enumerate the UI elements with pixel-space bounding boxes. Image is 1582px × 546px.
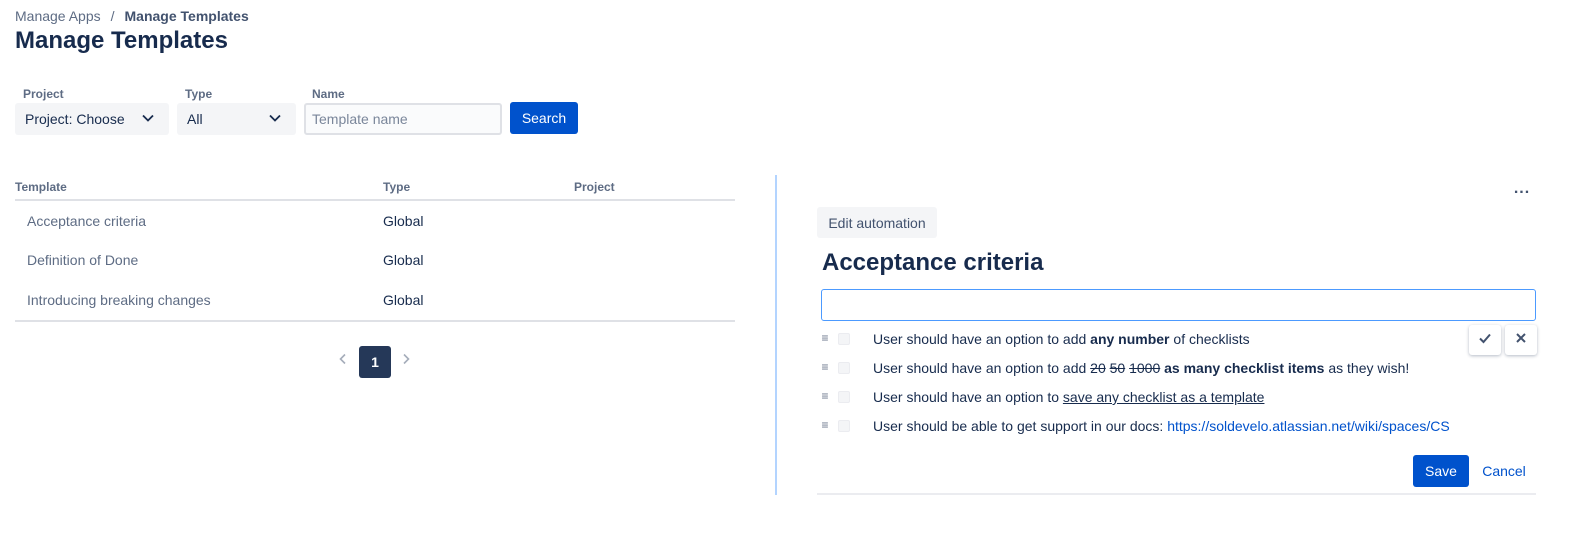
checklist-item-text[interactable]: User should have an option to save any c… [873,389,1264,405]
checklist-item-text[interactable]: User should have an option to add any nu… [873,331,1250,347]
item-checkbox[interactable] [838,420,850,432]
chevron-right-icon [400,352,412,370]
template-name-cell: Introducing breaking changes [27,292,211,308]
type-select[interactable]: All [177,103,296,135]
save-button[interactable]: Save [1413,455,1469,487]
type-filter-label: Type [185,87,213,101]
template-type-cell: Global [383,292,424,308]
chevron-down-icon [141,111,155,128]
item-checkbox[interactable] [838,362,850,374]
column-header-template: Template [15,180,67,194]
table-row[interactable]: Definition of Done Global [15,240,735,280]
more-actions-button[interactable]: ... [1512,180,1532,198]
template-name-cell: Acceptance criteria [27,213,147,229]
table-row[interactable]: Acceptance criteria Global [15,201,735,241]
pagination-next-button[interactable] [395,350,417,372]
table-row[interactable]: Introducing breaking changes Global [15,280,735,320]
checklist-title-input[interactable] [821,289,1536,321]
name-filter-label: Name [312,87,345,101]
column-header-project: Project [574,180,615,194]
page-title: Manage Templates [15,27,228,54]
template-type-cell: Global [383,252,424,268]
drag-handle-icon[interactable]: ≡ [819,418,831,432]
checklist-item-text[interactable]: User should have an option to add 20 50 … [873,360,1409,376]
project-select[interactable]: Project: Choose [15,103,169,135]
chevron-left-icon [337,352,349,370]
project-filter-label: Project [23,87,64,101]
table-bottom-divider [15,320,735,322]
pagination-page-current[interactable]: 1 [359,346,391,378]
checklist-item-text[interactable]: User should be able to get support in ou… [873,418,1450,434]
panel-divider [775,175,777,495]
column-header-type: Type [383,180,411,194]
checklist-item: ≡ User should have an option to add 20 5… [817,358,1517,380]
drag-handle-icon[interactable]: ≡ [819,389,831,403]
search-button[interactable]: Search [510,102,578,134]
support-docs-link[interactable]: https://soldevelo.atlassian.net/wiki/spa… [1167,418,1449,434]
breadcrumb-current: Manage Templates [124,8,249,24]
checklist-item: ≡ User should have an option to save any… [817,387,1517,409]
item-checkbox[interactable] [838,391,850,403]
breadcrumb-separator: / [110,8,115,24]
checklist-item: ≡ User should have an option to add any … [817,329,1517,351]
checklist-title: Acceptance criteria [822,249,1044,276]
template-name-input[interactable] [304,103,502,135]
cancel-button[interactable]: Cancel [1482,455,1526,487]
type-select-value: All [187,111,203,127]
checklist-item: ≡ User should be able to get support in … [817,416,1517,438]
panel-bottom-divider [817,493,1536,495]
item-checkbox[interactable] [838,333,850,345]
drag-handle-icon[interactable]: ≡ [819,360,831,374]
template-name-cell: Definition of Done [27,252,139,268]
pagination-prev-button[interactable] [332,350,354,372]
breadcrumb-link-manage-apps[interactable]: Manage Apps [15,8,101,24]
template-type-cell: Global [383,213,424,229]
project-select-value: Project: Choose [25,111,125,127]
edit-automation-button[interactable]: Edit automation [817,207,937,238]
drag-handle-icon[interactable]: ≡ [819,331,831,345]
chevron-down-icon [268,111,282,128]
breadcrumb: Manage Apps / Manage Templates [15,8,249,24]
